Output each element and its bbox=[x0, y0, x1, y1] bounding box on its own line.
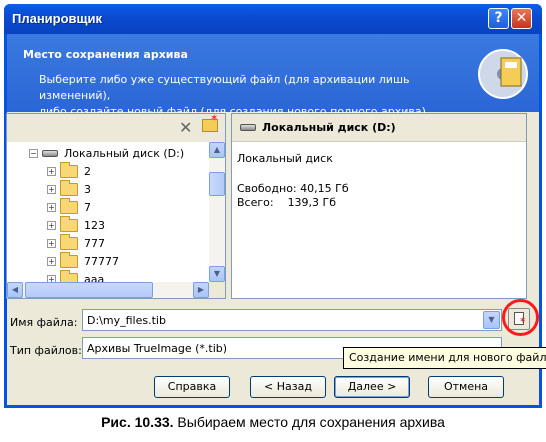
help-button[interactable]: ? bbox=[488, 8, 509, 29]
tooltip: Создание имени для нового файла bbox=[343, 347, 546, 369]
tree-item-label: 2 bbox=[84, 164, 91, 178]
collapse-icon[interactable]: − bbox=[29, 148, 38, 158]
wizard-header: Место сохранения архива Выберите либо уж… bbox=[7, 34, 539, 118]
step-title: Место сохранения архива bbox=[23, 48, 188, 61]
expand-icon[interactable]: + bbox=[47, 184, 56, 194]
folder-icon bbox=[60, 197, 78, 214]
figure-caption: Рис. 10.33. Выбираем место для сохранени… bbox=[0, 414, 546, 430]
filename-input[interactable] bbox=[83, 310, 463, 330]
folder-icon bbox=[60, 251, 78, 268]
info-heading: Локальный диск (D:) bbox=[232, 114, 526, 142]
browser-toolbar: ✕ bbox=[7, 113, 225, 142]
expand-icon[interactable]: + bbox=[47, 220, 56, 230]
tree-item-label: aaa bbox=[84, 272, 105, 283]
close-button[interactable]: ✕ bbox=[511, 8, 532, 29]
folder-tree[interactable]: − Локальный диск (D:) + 2 + 3 + 7 + 123 … bbox=[7, 142, 209, 282]
filename-label: Имя файла: bbox=[10, 316, 78, 329]
cancel-button[interactable]: Отмена bbox=[428, 376, 504, 398]
help-dialog-button[interactable]: Справка bbox=[154, 376, 230, 398]
figure-text: Выбираем место для сохранения архива bbox=[173, 414, 445, 430]
highlight-circle bbox=[502, 299, 539, 336]
expand-icon[interactable]: + bbox=[47, 274, 56, 282]
expand-icon[interactable]: + bbox=[47, 202, 56, 212]
tree-item[interactable]: + 77777 bbox=[47, 251, 119, 270]
title-bar[interactable]: Планировщик ? ✕ bbox=[4, 4, 542, 34]
tree-item-label: 77777 bbox=[84, 254, 119, 268]
tree-root-label: Локальный диск (D:) bbox=[64, 146, 185, 160]
scroll-right-button[interactable]: ▶ bbox=[193, 282, 209, 298]
expand-icon[interactable]: + bbox=[47, 256, 56, 266]
tree-item-label: 7 bbox=[84, 200, 91, 214]
folder-icon bbox=[60, 215, 78, 232]
folder-icon bbox=[60, 179, 78, 196]
total-space: Всего: 139,3 Гб bbox=[237, 196, 337, 209]
tree-item[interactable]: + aaa bbox=[47, 269, 105, 283]
back-button[interactable]: < Назад bbox=[250, 376, 326, 398]
figure-label: Рис. 10.33. bbox=[101, 414, 174, 430]
delete-icon[interactable]: ✕ bbox=[179, 118, 192, 137]
archive-disc-icon bbox=[478, 49, 528, 99]
scroll-up-button[interactable]: ▲ bbox=[209, 142, 225, 158]
tree-item[interactable]: + 3 bbox=[47, 179, 91, 198]
folder-icon bbox=[60, 161, 78, 178]
expand-icon[interactable]: + bbox=[47, 166, 56, 176]
tree-item[interactable]: + 777 bbox=[47, 233, 105, 252]
scroll-left-button[interactable]: ◀ bbox=[7, 282, 23, 298]
vertical-scrollbar[interactable]: ▲ ▼ bbox=[209, 142, 225, 282]
tree-item-label: 777 bbox=[84, 236, 105, 250]
tree-item[interactable]: + 2 bbox=[47, 161, 91, 180]
next-button[interactable]: Далее > bbox=[334, 376, 410, 398]
horizontal-scrollbar[interactable]: ◀ ▶ bbox=[7, 282, 209, 298]
tree-item[interactable]: + 123 bbox=[47, 215, 105, 234]
filetype-label: Тип файлов: bbox=[10, 344, 82, 357]
vertical-scroll-thumb[interactable] bbox=[209, 172, 225, 196]
window-title: Планировщик bbox=[12, 11, 103, 26]
expand-icon[interactable]: + bbox=[47, 238, 56, 248]
filename-dropdown-button[interactable]: ▼ bbox=[483, 311, 500, 329]
new-folder-icon[interactable] bbox=[202, 113, 218, 132]
tree-item-label: 123 bbox=[84, 218, 105, 232]
tree-item-label: 3 bbox=[84, 182, 91, 196]
scroll-down-button[interactable]: ▼ bbox=[209, 266, 225, 282]
free-space: Свободно: 40,15 Гб bbox=[237, 182, 349, 195]
folder-icon bbox=[60, 269, 78, 282]
info-heading-label: Локальный диск (D:) bbox=[262, 121, 396, 134]
filename-combo[interactable]: ▼ bbox=[82, 309, 502, 331]
step-description-line: Выберите либо уже существующий файл (для… bbox=[39, 73, 410, 102]
drive-info-panel: Локальный диск (D:) Локальный диск Свобо… bbox=[231, 113, 527, 299]
drive-icon bbox=[42, 149, 58, 157]
horizontal-scroll-thumb[interactable] bbox=[25, 282, 153, 298]
drive-icon bbox=[240, 124, 256, 131]
tree-root[interactable]: − Локальный диск (D:) bbox=[29, 144, 184, 162]
tree-item[interactable]: + 7 bbox=[47, 197, 91, 216]
filetype-value: Архивы TrueImage (*.tib) bbox=[87, 342, 228, 355]
drive-type: Локальный диск bbox=[237, 152, 333, 165]
folder-browser: ✕ − Локальный диск (D:) + 2 + 3 + 7 + 12… bbox=[6, 113, 226, 299]
folder-icon bbox=[60, 233, 78, 250]
